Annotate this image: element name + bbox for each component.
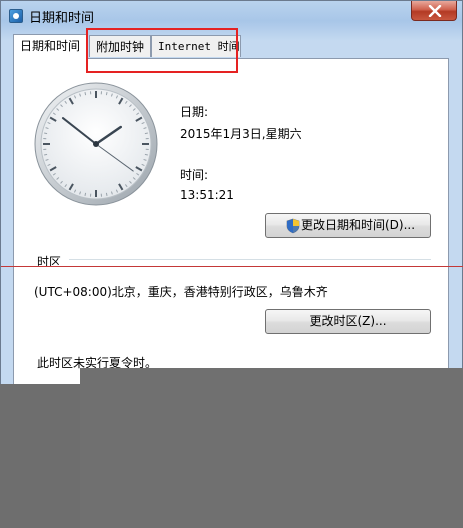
time-value: 13:51:21 bbox=[180, 188, 234, 202]
clock-app-icon bbox=[9, 9, 23, 23]
tabs-highlight-annotation bbox=[86, 28, 238, 73]
change-date-time-label: 更改日期和时间(D)... bbox=[300, 218, 416, 232]
timezone-value: (UTC+08:00)北京，重庆，香港特别行政区，乌鲁木齐 bbox=[34, 285, 328, 299]
title-bar[interactable]: 日期和时间 bbox=[1, 1, 462, 31]
close-icon bbox=[428, 5, 442, 17]
change-timezone-label: 更改时区(Z)... bbox=[309, 314, 387, 328]
uac-shield-icon bbox=[286, 218, 300, 234]
analog-clock bbox=[34, 82, 158, 206]
clock-minute-tick bbox=[44, 132, 48, 135]
clock-minute-tick bbox=[144, 132, 148, 135]
gray-overlay bbox=[80, 368, 463, 528]
close-button[interactable] bbox=[411, 1, 457, 21]
clock-minute-tick bbox=[44, 153, 48, 156]
gray-overlay-left bbox=[0, 384, 80, 528]
window-title: 日期和时间 bbox=[29, 11, 95, 26]
red-guide-line bbox=[1, 266, 463, 267]
change-timezone-button[interactable]: 更改时区(Z)... bbox=[265, 309, 431, 334]
change-date-time-button[interactable]: 更改日期和时间(D)... bbox=[265, 213, 431, 238]
time-label: 时间: bbox=[180, 168, 209, 182]
clock-minute-tick bbox=[84, 92, 87, 96]
clock-minute-tick bbox=[105, 92, 108, 96]
timezone-group-label: 时区 bbox=[37, 255, 62, 269]
clock-minute-tick bbox=[105, 192, 108, 196]
date-label: 日期: bbox=[180, 105, 209, 119]
clock-minute-tick bbox=[144, 153, 148, 156]
date-value: 2015年1月3日,星期六 bbox=[180, 127, 302, 141]
tab-date-and-time[interactable]: 日期和时间 bbox=[13, 34, 87, 59]
timezone-group-divider bbox=[69, 259, 431, 260]
clock-minute-tick bbox=[84, 192, 87, 196]
